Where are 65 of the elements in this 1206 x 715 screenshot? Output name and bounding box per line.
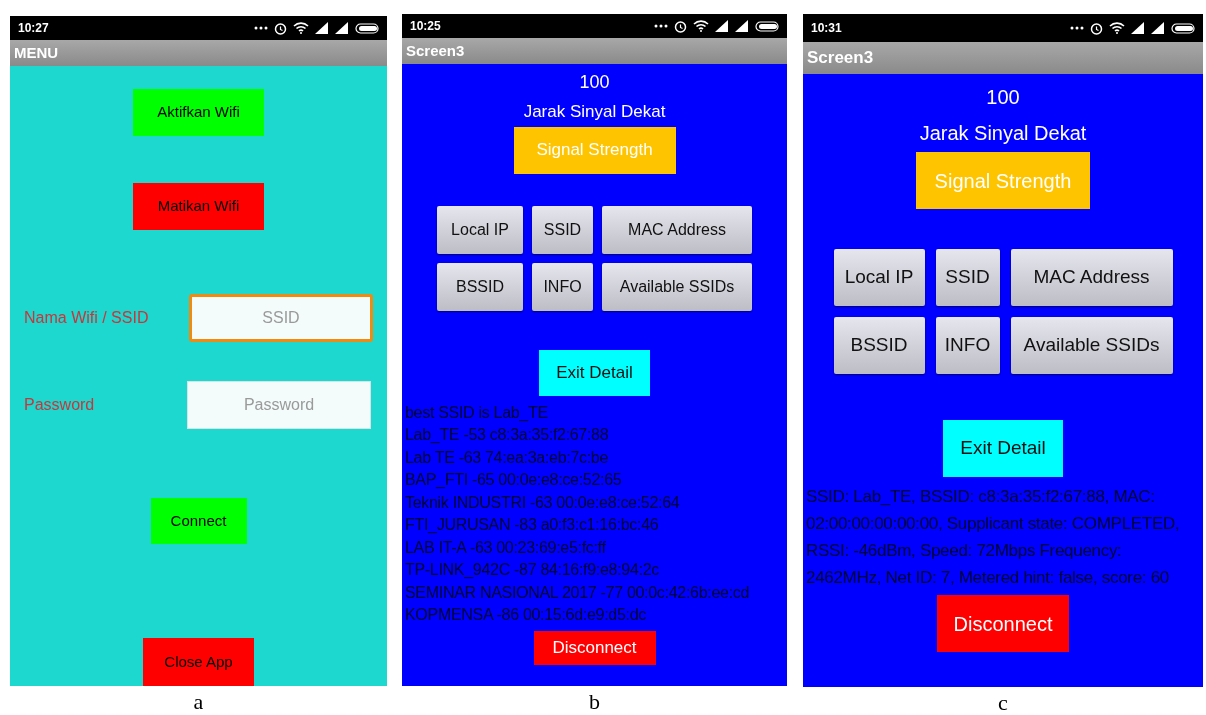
battery-icon [1171,22,1195,34]
info-button[interactable]: BSSID [833,317,925,374]
info-button[interactable]: MAC Address [602,205,752,254]
enable-wifi-button[interactable]: Aktifkan Wifi [133,89,264,136]
info-button[interactable]: BSSID [437,262,523,311]
output-text: TP-LINK_942C -87 84:16:f9:e8:94:2c [405,560,660,580]
signal-icon [315,22,329,34]
info-button[interactable]: Available SSIDs [602,262,752,311]
signal-value: 100 [579,71,610,94]
info-button[interactable]: Local IP [833,249,925,306]
text-field[interactable]: SSID [189,293,373,342]
close-app-button[interactable]: Close App [143,638,254,686]
info-button[interactable]: Local IP [437,205,523,254]
exit-detail-button[interactable]: Exit Detail [539,349,650,396]
wifi-icon [1109,22,1125,34]
signal-value: 100 [986,85,1020,110]
info-button[interactable]: Available SSIDs [1010,317,1173,374]
signal-icon [1151,22,1165,34]
status-time: 10:27 [18,20,49,37]
wifi-icon [693,20,709,32]
connect-button[interactable]: Connect [150,497,247,545]
disable-wifi-button[interactable]: Matikan Wifi [133,182,264,230]
battery-icon [355,22,379,34]
info-button[interactable]: SSID [935,249,1000,306]
output-text: KOPMENSA -86 00:15:6d:e9:d5:dc [405,605,647,625]
info-button[interactable]: INFO [532,262,593,311]
field-label: Nama Wifi / SSID [24,307,149,328]
output-text: Lab_TE -53 c8:3a:35:f2:67:88 [405,425,610,445]
alarm-icon [674,19,687,33]
output-text: Teknik INDUSTRI -63 00:0e:e8:ce:52:64 [405,492,681,513]
signal-icon [715,20,729,32]
more-dots-icon [1070,26,1084,30]
more-dots-icon [654,24,668,28]
screen-title: MENU [14,42,59,63]
more-dots-icon [254,26,268,30]
disconnect-button[interactable]: Disconnect [533,630,656,665]
signal-icon [735,20,749,32]
exit-detail-button[interactable]: Exit Detail [943,420,1063,477]
info-button[interactable]: MAC Address [1010,249,1173,306]
output-text: FTI_JURUSAN -83 a0:f3:c1:16:bc:46 [405,515,660,535]
status-time: 10:31 [811,20,842,37]
figure-caption: c [998,691,1008,715]
battery-icon [755,20,779,32]
status-time: 10:25 [410,18,441,35]
output-text: LAB IT-A -63 00:23:69:e5:fc:ff [405,537,607,558]
output-text: best SSID is Lab_TE [405,402,549,423]
figure-caption: b [589,690,600,714]
figure-caption: a [193,690,204,714]
output-text: SEMINAR NASIONAL 2017 -77 00:0c:42:6b:ee:cd [405,582,751,603]
output-text: SSID: Lab_TE, BSSID: c8:3a:35:f2:67:88, MAC: 02:00:00:00:00:00, Supplicant state: COMPLETED, RSSI: -46dBm, Speed: 72Mbps Frequency: 2462MHz, Net ID: 7, Metered hint: false, score: 60 [806,486,1181,589]
screen-title: Screen3 [807,47,874,70]
alarm-icon [274,21,287,35]
output-text: Lab TE -63 74:ea:3a:eb:7c:be [405,447,610,468]
screen-title: Screen3 [406,40,465,61]
alarm-icon [1090,21,1103,35]
signal-icon [1131,22,1145,34]
output-text: BAP_FTI -65 00:0e:e8:ce:52:65 [405,470,623,490]
info-button[interactable]: INFO [935,317,1000,374]
field-label: Password [24,394,95,415]
wifi-icon [293,22,309,34]
info-button[interactable]: SSID [532,205,593,254]
signal-icon [335,22,349,34]
disconnect-button[interactable]: Disconnect [937,595,1069,652]
distance-text: Jarak Sinyal Dekat [523,101,666,123]
distance-text: Jarak Sinyal Dekat [919,121,1087,146]
